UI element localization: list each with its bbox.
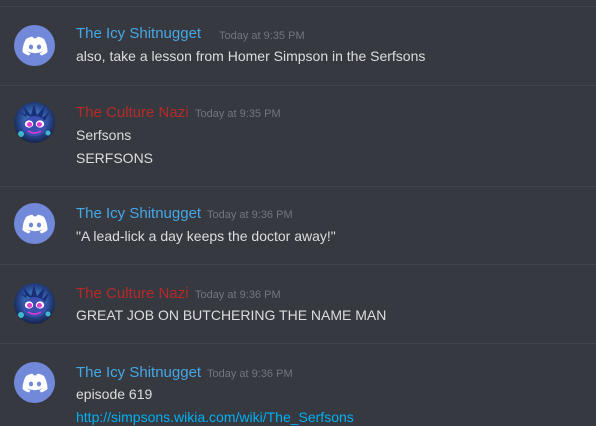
discord-logo-icon[interactable] (14, 25, 55, 66)
message-timestamp: Today at 9:36 PM (207, 368, 293, 380)
message-timestamp: Today at 9:35 PM (219, 30, 305, 42)
author-name[interactable]: The Culture Nazi (76, 104, 189, 121)
discord-logo-icon[interactable] (14, 362, 55, 403)
message-divider (0, 186, 596, 187)
message-divider (0, 85, 596, 86)
message-text: Serfsons (76, 127, 132, 143)
custom-character-avatar[interactable] (14, 283, 55, 324)
message-timestamp: Today at 9:36 PM (195, 289, 281, 301)
author-name[interactable]: The Icy Shitnugget (76, 205, 201, 222)
message-text: "A lead-lick a day keeps the doctor away… (76, 228, 336, 244)
message-divider (0, 6, 596, 7)
message-divider (0, 264, 596, 265)
message-link[interactable]: http://simpsons.wikia.com/wiki/The_Serfs… (76, 409, 354, 425)
message-text: GREAT JOB ON BUTCHERING THE NAME MAN (76, 307, 387, 323)
message-text: SERFSONS (76, 150, 154, 166)
message-text: also, take a lesson from Homer Simpson i… (76, 48, 426, 64)
message-divider (0, 343, 596, 344)
discord-logo-icon[interactable] (14, 203, 55, 244)
author-name[interactable]: The Icy Shitnugget (76, 364, 201, 381)
message-text: episode 619 (76, 386, 153, 402)
message-timestamp: Today at 9:35 PM (195, 108, 281, 120)
author-name[interactable]: The Icy Shitnugget (76, 25, 201, 42)
author-name[interactable]: The Culture Nazi (76, 285, 189, 302)
message-timestamp: Today at 9:36 PM (207, 209, 293, 221)
custom-character-avatar[interactable] (14, 102, 55, 143)
